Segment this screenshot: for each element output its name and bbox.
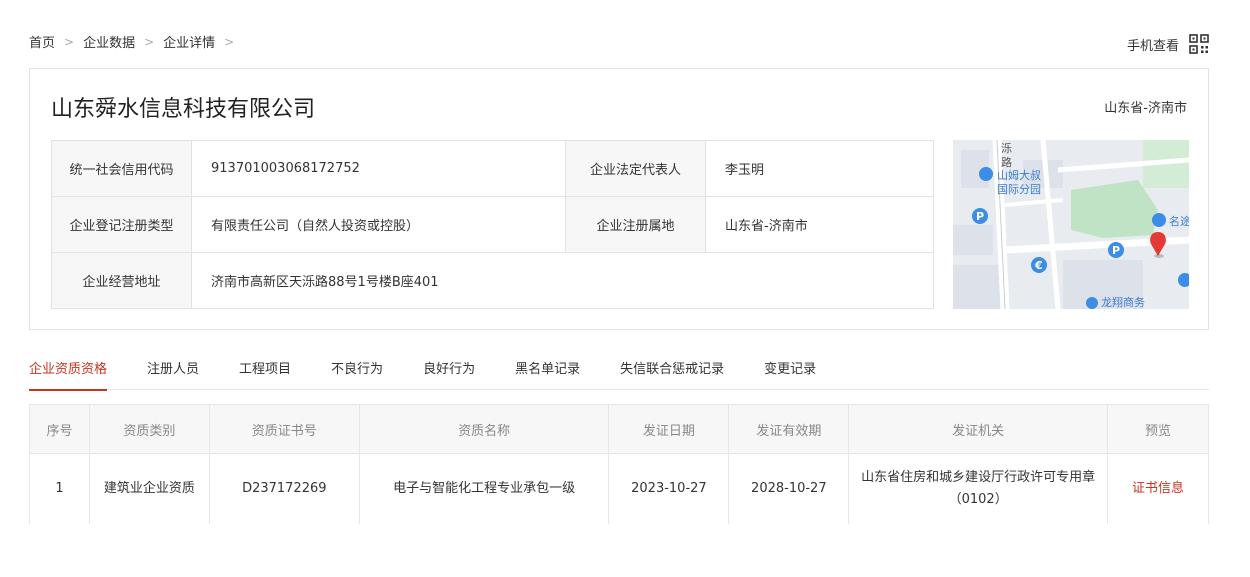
tab-blacklist[interactable]: 黑名单记录 bbox=[515, 360, 580, 390]
address-label: 企业经营地址 bbox=[51, 252, 192, 309]
cell-issue-date: 2023-10-27 bbox=[608, 453, 730, 524]
cell-category: 建筑业企业资质 bbox=[88, 453, 210, 524]
col-valid-until: 发证有效期 bbox=[728, 404, 850, 454]
col-index: 序号 bbox=[29, 404, 90, 454]
reg-type-value: 有限责任公司（自然人投资或控股） bbox=[191, 196, 566, 253]
table-row: 企业登记注册类型 有限责任公司（自然人投资或控股） 企业注册属地 山东省-济南市 bbox=[51, 196, 934, 253]
mobile-view-button[interactable]: 手机查看 bbox=[1127, 34, 1209, 54]
svg-text:P: P bbox=[976, 210, 984, 223]
cell-authority: 山东省住房和城乡建设厅行政许可专用章（0102） bbox=[848, 453, 1109, 524]
svg-text:€: € bbox=[1034, 259, 1043, 272]
location-map[interactable]: 泺 路 山姆大叔 国际分园 名途 龙翔商务 P P € bbox=[953, 140, 1189, 309]
mobile-view-label: 手机查看 bbox=[1126, 38, 1179, 54]
table-row: 企业经营地址 济南市高新区天泺路88号1号楼B座401 bbox=[51, 252, 934, 309]
tab-good-behavior[interactable]: 良好行为 bbox=[423, 360, 475, 390]
detail-tabs: 企业资质资格 注册人员 工程项目 不良行为 良好行为 黑名单记录 失信联合惩戒记… bbox=[29, 360, 1209, 391]
col-authority: 发证机关 bbox=[848, 404, 1109, 454]
map-label-road-2: 路 bbox=[1001, 156, 1012, 169]
tab-projects[interactable]: 工程项目 bbox=[239, 360, 291, 390]
map-label-mingtu: 名途 bbox=[1169, 214, 1189, 228]
col-cert-no: 资质证书号 bbox=[208, 404, 360, 454]
breadcrumb: 首页 > 企业数据 > 企业详情 > bbox=[29, 32, 243, 52]
tab-joint-punishment[interactable]: 失信联合惩戒记录 bbox=[620, 360, 724, 390]
breadcrumb-enterprise-data[interactable]: 企业数据 bbox=[83, 32, 135, 51]
map-label-road-1: 泺 bbox=[1001, 142, 1012, 155]
map-graphic: 泺 路 山姆大叔 国际分园 名途 龙翔商务 P P € bbox=[953, 140, 1189, 309]
reg-place-value: 山东省-济南市 bbox=[705, 196, 934, 253]
cell-valid-until: 2028-10-27 bbox=[728, 453, 850, 524]
cell-cert-no: D237172269 bbox=[208, 453, 360, 524]
table-row: 统一社会信用代码 913701003068172752 企业法定代表人 李玉明 bbox=[51, 140, 934, 197]
col-category: 资质类别 bbox=[88, 404, 210, 454]
credit-code-value: 913701003068172752 bbox=[191, 140, 566, 197]
map-label-sams-2: 国际分园 bbox=[997, 183, 1041, 196]
table-row: 1 建筑业企业资质 D237172269 电子与智能化工程专业承包一级 2023… bbox=[29, 453, 1209, 524]
chevron-right-icon: > bbox=[64, 34, 75, 49]
credit-code-label: 统一社会信用代码 bbox=[51, 140, 192, 197]
chevron-right-icon: > bbox=[144, 34, 155, 49]
tab-qualifications[interactable]: 企业资质资格 bbox=[29, 360, 108, 391]
map-label-longxiang: 龙翔商务 bbox=[1101, 295, 1145, 309]
svg-text:P: P bbox=[1112, 244, 1120, 257]
tab-registered-personnel[interactable]: 注册人员 bbox=[147, 360, 199, 390]
company-card: 山东舜水信息科技有限公司 山东省-济南市 统一社会信用代码 9137010030… bbox=[29, 68, 1209, 330]
table-header-row: 序号 资质类别 资质证书号 资质名称 发证日期 发证有效期 发证机关 预览 bbox=[29, 404, 1209, 454]
legal-rep-label: 企业法定代表人 bbox=[565, 140, 706, 197]
qr-code-icon bbox=[1189, 34, 1209, 54]
company-name: 山东舜水信息科技有限公司 bbox=[51, 97, 316, 122]
company-region: 山东省-济南市 bbox=[1104, 101, 1187, 116]
cell-name: 电子与智能化工程专业承包一级 bbox=[358, 453, 610, 524]
col-issue-date: 发证日期 bbox=[608, 404, 730, 454]
tab-change-records[interactable]: 变更记录 bbox=[764, 360, 816, 390]
map-label-sams-1: 山姆大叔 bbox=[997, 168, 1041, 182]
breadcrumb-home[interactable]: 首页 bbox=[29, 32, 55, 51]
breadcrumb-enterprise-detail[interactable]: 企业详情 bbox=[163, 32, 215, 51]
address-value: 济南市高新区天泺路88号1号楼B座401 bbox=[191, 252, 934, 309]
reg-place-label: 企业注册属地 bbox=[565, 196, 706, 253]
qualifications-table: 序号 资质类别 资质证书号 资质名称 发证日期 发证有效期 发证机关 预览 1 … bbox=[29, 404, 1209, 524]
company-info-table: 统一社会信用代码 913701003068172752 企业法定代表人 李玉明 … bbox=[51, 140, 934, 309]
reg-type-label: 企业登记注册类型 bbox=[51, 196, 192, 253]
cell-index: 1 bbox=[29, 453, 90, 524]
col-preview: 预览 bbox=[1107, 404, 1209, 454]
chevron-right-icon: > bbox=[224, 34, 235, 49]
legal-rep-value: 李玉明 bbox=[705, 140, 934, 197]
certificate-info-link[interactable]: 证书信息 bbox=[1107, 453, 1209, 524]
col-name: 资质名称 bbox=[358, 404, 610, 454]
tab-bad-behavior[interactable]: 不良行为 bbox=[331, 360, 383, 390]
